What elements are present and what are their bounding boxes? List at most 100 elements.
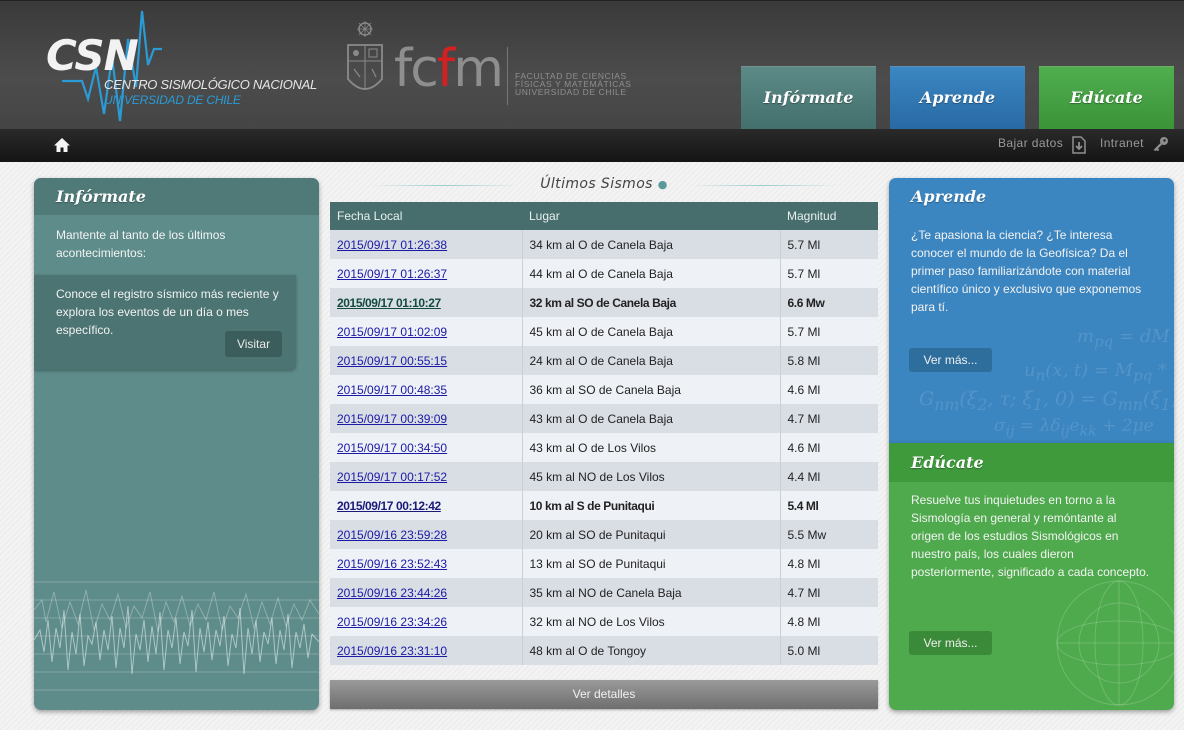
informate-box-text: Conoce el registro sísmico más reciente …: [56, 287, 279, 337]
quake-date-link[interactable]: 2015/09/17 00:17:52: [337, 470, 447, 484]
informate-title: Infórmate: [34, 178, 319, 215]
magnitude-cell: 4.6 Ml: [780, 433, 878, 462]
table-row: 2015/09/17 01:10:27 32 km al SO de Canela…: [330, 288, 878, 317]
place-cell: 44 km al O de Canela Baja: [522, 259, 781, 288]
date-cell: 2015/09/17 00:48:35: [330, 375, 523, 404]
date-cell: 2015/09/17 01:26:38: [330, 230, 523, 259]
place-cell: 34 km al O de Canela Baja: [522, 230, 781, 259]
home-icon[interactable]: [53, 137, 71, 153]
date-cell: 2015/09/17 00:12:42: [330, 491, 523, 520]
place-cell: 32 km al NO de Los Vilos: [522, 607, 781, 636]
informate-box: Conoce el registro sísmico más reciente …: [34, 275, 296, 370]
visit-button[interactable]: Visitar: [225, 331, 282, 357]
place-cell: 48 km al O de Tongoy: [522, 636, 781, 665]
table-row: 2015/09/16 23:34:26 32 km al NO de Los Vi…: [330, 607, 878, 636]
csn-logo[interactable]: CSN CENTRO SISMOLÓGICO NACIONAL UNIVERSI…: [42, 9, 317, 124]
quake-date-link[interactable]: 2015/09/16 23:34:26: [337, 615, 447, 629]
date-cell: 2015/09/17 01:26:37: [330, 259, 523, 288]
column-header-place: Lugar: [522, 202, 780, 230]
view-details-button[interactable]: Ver detalles: [330, 680, 878, 709]
key-icon[interactable]: [1153, 136, 1169, 152]
date-cell: 2015/09/17 00:55:15: [330, 346, 523, 375]
table-row: 2015/09/16 23:59:28 20 km al SO de Punita…: [330, 520, 878, 549]
date-cell: 2015/09/16 23:44:26: [330, 578, 523, 607]
tab-informate[interactable]: Infórmate: [741, 66, 876, 130]
table-row: 2015/09/16 23:44:26 35 km al NO de Canela…: [330, 578, 878, 607]
table-row: 2015/09/17 01:02:09 45 km al O de Canela …: [330, 317, 878, 346]
tab-educate[interactable]: Edúcate: [1039, 66, 1174, 130]
magnitude-cell: 4.7 Ml: [780, 404, 878, 433]
quake-date-link[interactable]: 2015/09/17 00:12:42: [337, 499, 441, 513]
title-dot-icon: ●: [657, 178, 668, 191]
place-cell: 45 km al NO de Los Vilos: [522, 462, 781, 491]
download-data-link[interactable]: Bajar datos: [998, 136, 1063, 150]
download-icon[interactable]: [1071, 136, 1087, 154]
intranet-link[interactable]: Intranet: [1100, 136, 1144, 150]
fcfm-faculty-text: FACULTAD DE CIENCIAS FÍSICAS Y MATEMÁTIC…: [515, 71, 632, 97]
educate-title: Edúcate: [889, 443, 1174, 482]
seismogram-background: [34, 581, 319, 691]
toolbar: Bajar datos Intranet: [0, 129, 1184, 162]
magnitude-cell: 5.7 Ml: [780, 317, 878, 346]
table-row: 2015/09/17 01:26:37 44 km al O de Canela …: [330, 259, 878, 288]
quake-date-link[interactable]: 2015/09/17 00:55:15: [337, 354, 447, 368]
magnitude-cell: 5.5 Mw: [780, 520, 878, 549]
quake-date-link[interactable]: 2015/09/17 00:48:35: [337, 383, 447, 397]
column-header-date: Fecha Local: [330, 202, 522, 230]
csn-mark: CSN: [46, 31, 139, 80]
magnitude-cell: 5.7 Ml: [780, 259, 878, 288]
educate-more-button[interactable]: Ver más...: [909, 631, 992, 655]
quake-date-link[interactable]: 2015/09/16 23:52:43: [337, 557, 447, 571]
table-header-row: Fecha Local Lugar Magnitud: [330, 202, 878, 230]
quake-date-link[interactable]: 2015/09/17 01:26:38: [337, 238, 447, 252]
date-cell: 2015/09/17 01:02:09: [330, 317, 523, 346]
magnitude-cell: 5.0 Ml: [780, 636, 878, 665]
quakes-table-body: 2015/09/17 01:26:38 34 km al O de Canela …: [330, 230, 878, 665]
quake-date-link[interactable]: 2015/09/16 23:31:10: [337, 644, 447, 658]
informate-intro-text: Mantente al tanto de los últimos acontec…: [56, 228, 226, 260]
csn-name: CENTRO SISMOLÓGICO NACIONAL: [104, 77, 317, 92]
date-cell: 2015/09/16 23:34:26: [330, 607, 523, 636]
magnitude-cell: 4.6 Ml: [780, 375, 878, 404]
table-row: 2015/09/17 00:39:09 43 km al O de Canela …: [330, 404, 878, 433]
magnitude-cell: 4.4 Ml: [780, 462, 878, 491]
tab-aprende[interactable]: Aprende: [890, 66, 1025, 130]
date-cell: 2015/09/17 00:34:50: [330, 433, 523, 462]
informate-panel: Infórmate Mantente al tanto de los últim…: [34, 178, 319, 710]
fcfm-logo[interactable]: fcfm FACULTAD DE CIENCIAS FÍSICAS Y MATE…: [342, 19, 642, 111]
csn-university: UNIVERSIDAD DE CHILE: [104, 93, 241, 107]
quake-date-link[interactable]: 2015/09/17 00:39:09: [337, 412, 447, 426]
quake-date-link[interactable]: 2015/09/17 00:34:50: [337, 441, 447, 455]
latest-quakes-title: Últimos Sismos ●: [330, 176, 878, 192]
site-header: CSN CENTRO SISMOLÓGICO NACIONAL UNIVERSI…: [0, 0, 1184, 130]
aprende-panel: mpq = dM un(x, t) = Mpq * Gnm(ξ2, τ; ξ1,…: [889, 178, 1174, 443]
place-cell: 43 km al O de Canela Baja: [522, 404, 781, 433]
magnitude-cell: 6.6 Mw: [780, 288, 878, 317]
quakes-table: Fecha Local Lugar Magnitud 2015/09/17 01…: [330, 202, 878, 665]
formula-background: mpq = dM un(x, t) = Mpq * Gnm(ξ2, τ; ξ1,…: [919, 326, 1174, 440]
magnitude-cell: 4.8 Ml: [780, 549, 878, 578]
quake-date-link[interactable]: 2015/09/17 01:26:37: [337, 267, 447, 281]
university-crest-icon: [347, 21, 383, 90]
table-row: 2015/09/17 00:48:35 36 km al SO de Canela…: [330, 375, 878, 404]
place-cell: 13 km al SO de Punitaqui: [522, 549, 781, 578]
date-cell: 2015/09/16 23:59:28: [330, 520, 523, 549]
date-cell: 2015/09/17 00:17:52: [330, 462, 523, 491]
magnitude-cell: 5.4 Ml: [780, 491, 878, 520]
aprende-title: Aprende: [911, 187, 987, 206]
magnitude-cell: 5.7 Ml: [780, 230, 878, 259]
aprende-more-button[interactable]: Ver más...: [909, 348, 992, 372]
quake-date-link[interactable]: 2015/09/16 23:59:28: [337, 528, 447, 542]
educate-panel: Edúcate Resuelve tus inquietudes en torn…: [889, 443, 1174, 710]
place-cell: 32 km al SO de Canela Baja: [522, 288, 781, 317]
quake-date-link[interactable]: 2015/09/17 01:02:09: [337, 325, 447, 339]
table-row: 2015/09/17 00:17:52 45 km al NO de Los Vi…: [330, 462, 878, 491]
table-row: 2015/09/17 00:34:50 43 km al O de Los Vil…: [330, 433, 878, 462]
quake-date-link[interactable]: 2015/09/17 01:10:27: [337, 296, 441, 310]
quake-date-link[interactable]: 2015/09/16 23:44:26: [337, 586, 447, 600]
globe-background: [1056, 580, 1174, 706]
fcfm-divider: [507, 47, 508, 105]
table-row: 2015/09/16 23:52:43 13 km al SO de Punita…: [330, 549, 878, 578]
table-row: 2015/09/17 01:26:38 34 km al O de Canela …: [330, 230, 878, 259]
aprende-text: ¿Te apasiona la ciencia? ¿Te interesa co…: [911, 228, 1142, 314]
